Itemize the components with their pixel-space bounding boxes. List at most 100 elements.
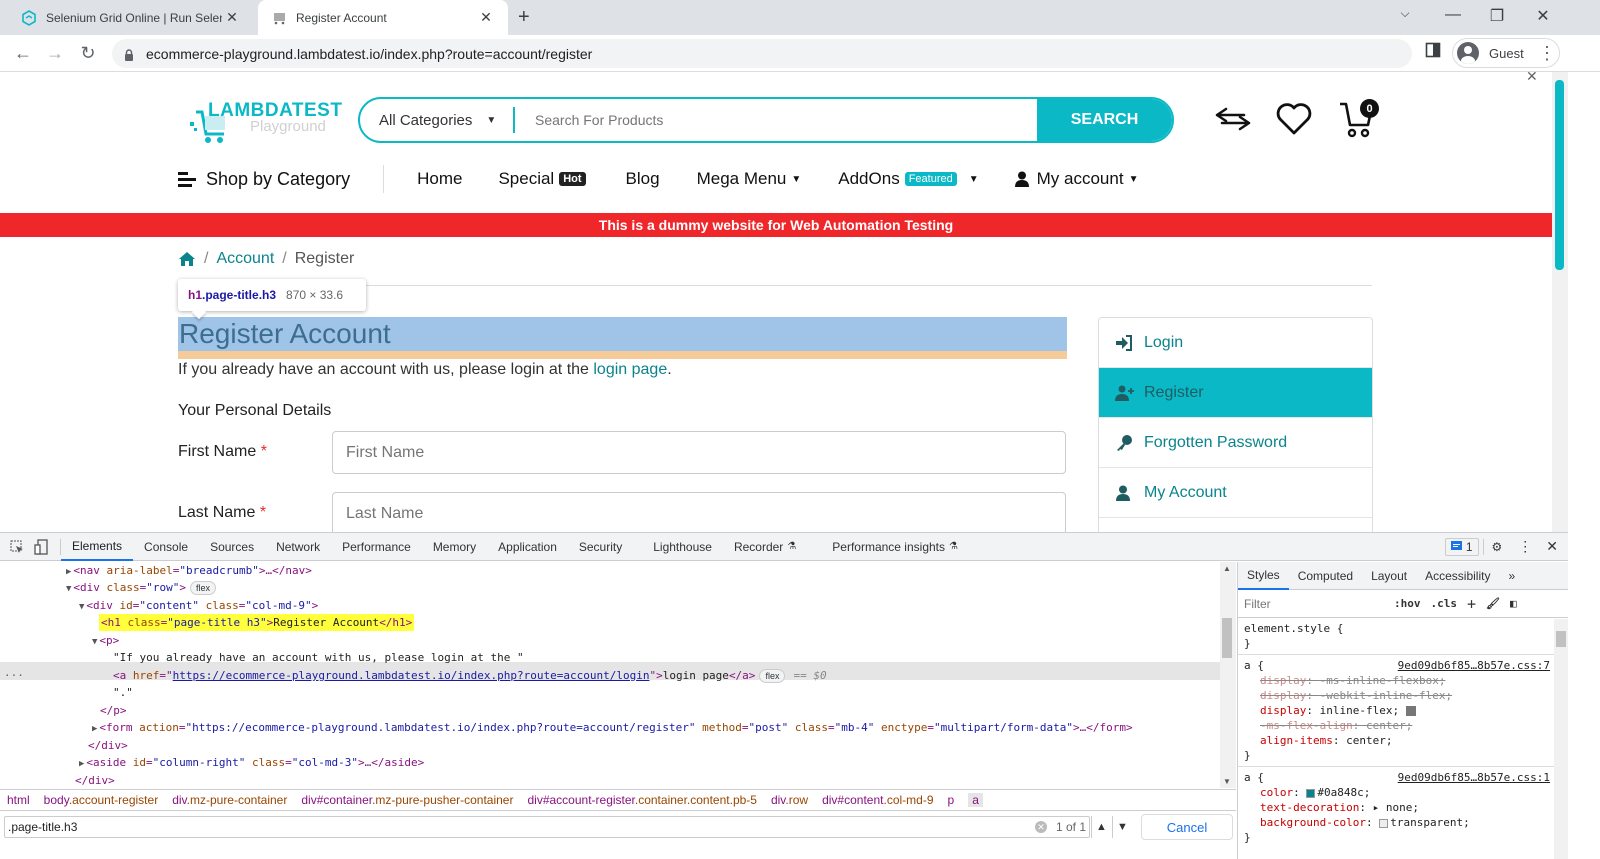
- element-style-selector[interactable]: element.style {: [1244, 621, 1562, 636]
- dom-node-search-match[interactable]: <h1 class="page-title h3">Register Accou…: [99, 614, 415, 631]
- find-next-button[interactable]: ▼: [1112, 816, 1132, 838]
- styles-filter-input[interactable]: Filter: [1244, 597, 1384, 611]
- hover-state-toggle[interactable]: :hov: [1394, 597, 1421, 610]
- paint-bucket-icon[interactable]: 🖌: [1486, 597, 1500, 610]
- devtools-tab-security[interactable]: Security: [568, 533, 642, 561]
- sidebar-item-forgotten-password[interactable]: Forgotten Password: [1099, 418, 1372, 468]
- dom-node[interactable]: ▼ <div id="content" class="col-md-9">: [79, 597, 318, 614]
- shop-by-category-button[interactable]: Shop by Category: [178, 169, 350, 190]
- nav-home[interactable]: Home: [417, 169, 462, 189]
- rule-source-link[interactable]: 9ed09db6f85…8b57e.css:1: [1398, 770, 1550, 785]
- styles-tab-layout[interactable]: Layout: [1362, 562, 1416, 590]
- back-arrow-icon[interactable]: ←: [12, 43, 34, 64]
- new-tab-button[interactable]: +: [518, 6, 530, 29]
- flexbox-editor-icon[interactable]: [1405, 706, 1416, 716]
- close-window-button[interactable]: ✕: [1528, 6, 1558, 26]
- dom-node[interactable]: ▼ <p>: [92, 632, 119, 649]
- clear-search-icon[interactable]: ✕: [1035, 821, 1047, 833]
- rule-source-link[interactable]: 9ed09db6f85…8b57e.css:7: [1398, 658, 1550, 673]
- css-property[interactable]: background-color: transparent;: [1244, 815, 1562, 830]
- color-swatch[interactable]: [1306, 788, 1316, 798]
- dom-node-close[interactable]: </div>: [88, 737, 128, 754]
- first-name-input[interactable]: [332, 431, 1066, 474]
- dom-crumb[interactable]: div#container.mz-pure-pusher-container: [301, 793, 513, 807]
- devtools-menu-icon[interactable]: ⋮: [1510, 533, 1540, 561]
- close-devtools-icon[interactable]: ✕: [1540, 533, 1568, 561]
- dom-node-selected[interactable]: <a href="https://ecommerce-playground.la…: [113, 667, 827, 684]
- dom-crumb[interactable]: html: [7, 793, 30, 807]
- nav-mega-menu[interactable]: Mega Menu ▼: [697, 169, 802, 189]
- category-dropdown[interactable]: All Categories ▼: [360, 107, 515, 133]
- find-cancel-button[interactable]: Cancel: [1141, 814, 1233, 840]
- devtools-tab-memory[interactable]: Memory: [422, 533, 487, 561]
- devtools-tab-performance[interactable]: Performance: [331, 533, 422, 561]
- css-property[interactable]: display: inline-flex;: [1244, 703, 1562, 718]
- dom-crumb-selected[interactable]: a: [968, 793, 983, 807]
- wishlist-heart-icon[interactable]: [1276, 102, 1312, 136]
- class-toggle[interactable]: .cls: [1431, 597, 1458, 610]
- nav-special[interactable]: Special Hot: [498, 169, 586, 189]
- issues-button[interactable]: 1: [1441, 533, 1483, 561]
- dom-crumb[interactable]: div.mz-pure-container: [172, 793, 287, 807]
- find-input[interactable]: [4, 816, 1090, 838]
- dom-crumb[interactable]: div.row: [771, 793, 808, 807]
- color-swatch[interactable]: [1379, 818, 1389, 828]
- dom-crumb[interactable]: div#account-register.container.content.p…: [527, 793, 756, 807]
- compare-icon[interactable]: [1214, 105, 1252, 133]
- elements-scrollbar[interactable]: ▲ ▼: [1220, 562, 1236, 788]
- dom-text-node[interactable]: ".": [113, 684, 133, 701]
- forward-arrow-icon[interactable]: →: [44, 43, 66, 64]
- nav-blog[interactable]: Blog: [626, 169, 660, 189]
- home-icon[interactable]: [178, 251, 196, 267]
- devtools-tab-sources[interactable]: Sources: [199, 533, 265, 561]
- dom-node-close[interactable]: </p>: [100, 702, 127, 719]
- tab-search-chevron-icon[interactable]: ⌵: [1390, 6, 1420, 21]
- dom-crumb[interactable]: div#content.col-md-9: [822, 793, 933, 807]
- sidebar-item-register[interactable]: Register: [1099, 368, 1372, 418]
- restore-button[interactable]: ❐: [1482, 6, 1512, 26]
- login-page-link[interactable]: login page: [593, 361, 667, 378]
- dom-node[interactable]: ▶ <nav aria-label="breadcrumb">…</nav>: [66, 562, 312, 579]
- devtools-tab-lighthouse[interactable]: Lighthouse: [642, 533, 723, 561]
- reload-icon[interactable]: ↻: [77, 43, 99, 64]
- address-bar[interactable]: ecommerce-playground.lambdatest.io/index…: [112, 39, 1412, 68]
- devtools-tab-network[interactable]: Network: [265, 533, 331, 561]
- device-toolbar-icon[interactable]: [30, 538, 61, 555]
- dom-text-node[interactable]: "If you already have an account with us,…: [113, 649, 524, 666]
- sidebar-item-login[interactable]: Login: [1099, 318, 1372, 368]
- dom-node[interactable]: ▶ <aside id="column-right" class="col-md-…: [79, 754, 424, 771]
- sidebar-item-my-account[interactable]: My Account: [1099, 468, 1372, 518]
- css-property[interactable]: color: #0a848c;: [1244, 785, 1562, 800]
- close-tab-icon[interactable]: ✕: [476, 9, 496, 26]
- scrollbar-thumb[interactable]: [1556, 631, 1566, 647]
- css-property[interactable]: -ms-flex-align: center;: [1244, 718, 1562, 733]
- styles-tab-styles[interactable]: Styles: [1238, 562, 1289, 590]
- more-tabs-chevron-icon[interactable]: »: [1499, 562, 1524, 590]
- toggle-sidebar-icon[interactable]: ◧: [1510, 597, 1517, 610]
- last-name-input[interactable]: [332, 492, 1066, 532]
- css-property[interactable]: text-decoration: ▸ none;: [1244, 800, 1562, 815]
- styles-tab-accessibility[interactable]: Accessibility: [1416, 562, 1499, 590]
- nav-my-account[interactable]: My account ▼: [1014, 169, 1138, 189]
- scrollbar-thumb[interactable]: [1222, 618, 1232, 658]
- page-scrollbar[interactable]: [1552, 72, 1568, 532]
- find-previous-button[interactable]: ▲: [1091, 816, 1111, 838]
- node-actions-ellipsis[interactable]: ···: [4, 667, 24, 684]
- devtools-tab-recorder[interactable]: Recorder ⚗: [723, 533, 807, 561]
- css-property[interactable]: display: -ms-inline-flexbox;: [1244, 673, 1562, 688]
- dom-crumb[interactable]: p: [948, 793, 955, 807]
- search-input[interactable]: [515, 99, 1037, 141]
- devtools-tab-performance-insights[interactable]: Performance insights ⚗: [821, 533, 969, 561]
- css-property[interactable]: display: -webkit-inline-flex;: [1244, 688, 1562, 703]
- close-tab-icon[interactable]: ✕: [222, 9, 242, 26]
- browser-tab-register[interactable]: Register Account ✕: [258, 0, 508, 35]
- href-link[interactable]: https://ecommerce-playground.lambdatest.…: [173, 669, 650, 682]
- devtools-tab-elements[interactable]: Elements: [61, 533, 134, 561]
- breadcrumb-account[interactable]: Account: [216, 250, 274, 268]
- search-button[interactable]: SEARCH: [1037, 99, 1172, 141]
- collapse-icon[interactable]: ✕: [1526, 68, 1538, 85]
- devtools-tab-application[interactable]: Application: [487, 533, 568, 561]
- dom-node[interactable]: ▶ <form action="https://ecommerce-playgro…: [92, 719, 1133, 736]
- scrollbar-thumb[interactable]: [1555, 80, 1564, 270]
- minimize-button[interactable]: —: [1438, 6, 1468, 24]
